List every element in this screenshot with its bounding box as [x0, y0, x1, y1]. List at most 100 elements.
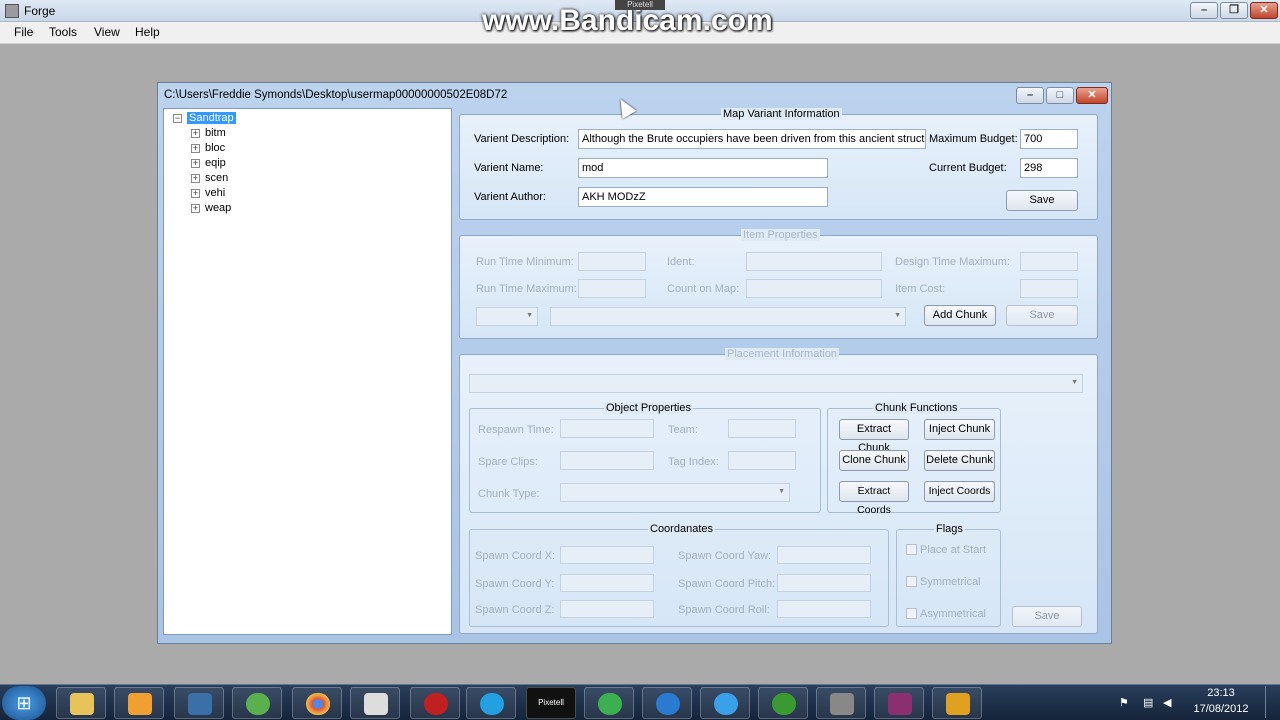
- add-chunk-button[interactable]: Add Chunk: [924, 305, 996, 326]
- taskbar-app-6[interactable]: [350, 687, 400, 719]
- taskbar-xbox[interactable]: [758, 687, 808, 719]
- spawn-roll-label: Spawn Coord Roll:: [678, 604, 770, 616]
- clone-chunk-button[interactable]: Clone Chunk: [839, 450, 909, 471]
- minimize-button[interactable]: –: [1190, 2, 1218, 19]
- placement-select[interactable]: ▼: [469, 374, 1083, 393]
- taskbar-messenger[interactable]: [232, 687, 282, 719]
- spawn-z-label: Spawn Coord Z:: [475, 604, 555, 616]
- inject-chunk-button[interactable]: Inject Chunk: [924, 419, 995, 440]
- spawn-roll-input[interactable]: [777, 600, 871, 618]
- taskbar-sync[interactable]: [584, 687, 634, 719]
- tree-root[interactable]: Sandtrap: [187, 112, 236, 124]
- menu-help[interactable]: Help: [135, 25, 160, 39]
- extract-coords-button[interactable]: Extract Coords: [839, 481, 909, 516]
- close-icon: ✕: [1259, 4, 1269, 16]
- count-on-map-input[interactable]: [746, 279, 882, 298]
- ident-input[interactable]: [746, 252, 882, 271]
- spawn-pitch-label: Spawn Coord Pitch:: [678, 578, 776, 590]
- name-input[interactable]: mod: [578, 158, 828, 178]
- design-time-max-input[interactable]: [1020, 252, 1078, 271]
- inject-coords-button[interactable]: Inject Coords: [924, 481, 995, 502]
- extract-chunk-button[interactable]: Extract Chunk: [839, 419, 909, 454]
- start-button[interactable]: ⊞: [2, 686, 46, 720]
- tree-item[interactable]: eqip: [205, 157, 226, 169]
- expand-icon[interactable]: +: [191, 129, 200, 138]
- spawn-pitch-input[interactable]: [777, 574, 871, 592]
- dropdown-arrow-icon: ▼: [1071, 379, 1078, 386]
- spawn-yaw-input[interactable]: [777, 546, 871, 564]
- tree-item[interactable]: weap: [205, 202, 231, 214]
- tag-tree[interactable]: − Sandtrap + bitm + bloc + eqip + scen +…: [163, 108, 452, 635]
- child-close-button[interactable]: ✕: [1076, 87, 1108, 104]
- taskbar-app-11[interactable]: [642, 687, 692, 719]
- map-variant-panel: Map Variant Information Varient Descript…: [459, 108, 1098, 220]
- tree-item[interactable]: scen: [205, 172, 228, 184]
- chunk-type-select[interactable]: ▼: [560, 483, 790, 502]
- spare-clips-input[interactable]: [560, 451, 654, 470]
- expand-icon[interactable]: +: [191, 204, 200, 213]
- internet-explorer-icon: [714, 693, 738, 715]
- volume-icon[interactable]: ◀: [1163, 696, 1171, 709]
- expand-icon[interactable]: +: [191, 189, 200, 198]
- delete-chunk-button[interactable]: Delete Chunk: [924, 450, 995, 471]
- menu-tools[interactable]: Tools: [49, 25, 77, 39]
- ident-label: Ident:: [667, 256, 695, 268]
- expand-icon[interactable]: +: [191, 159, 200, 168]
- show-desktop-button[interactable]: [1265, 686, 1277, 718]
- taskbar-media-player[interactable]: [114, 687, 164, 719]
- collapse-icon[interactable]: −: [173, 114, 182, 123]
- clock-time[interactable]: 23:13: [1185, 687, 1257, 699]
- taskbar-app-3[interactable]: [174, 687, 224, 719]
- menu-view[interactable]: View: [94, 25, 120, 39]
- item-select[interactable]: ▼: [550, 307, 906, 326]
- expand-icon[interactable]: +: [191, 144, 200, 153]
- respawn-time-input[interactable]: [560, 419, 654, 438]
- taskbar-bandicam[interactable]: [410, 687, 460, 719]
- taskbar-pixetell[interactable]: Pixetell: [526, 687, 576, 719]
- tree-item[interactable]: bitm: [205, 127, 226, 139]
- expand-icon[interactable]: +: [191, 174, 200, 183]
- maximize-icon: □: [1056, 89, 1064, 101]
- menu-file[interactable]: File: [14, 25, 33, 39]
- child-minimize-button[interactable]: –: [1016, 87, 1044, 104]
- author-input[interactable]: AKH MODzZ: [578, 187, 828, 207]
- taskbar-skype[interactable]: [466, 687, 516, 719]
- item-properties-panel: Item Properties Run Time Minimum: Ident:…: [459, 229, 1098, 339]
- tree-item[interactable]: vehi: [205, 187, 225, 199]
- team-input[interactable]: [728, 419, 796, 438]
- run-time-min-input[interactable]: [578, 252, 646, 271]
- respawn-time-label: Respawn Time:: [478, 424, 554, 436]
- description-input[interactable]: Although the Brute occupiers have been d…: [578, 129, 926, 149]
- max-budget-input[interactable]: 700: [1020, 129, 1078, 149]
- description-label: Varient Description:: [474, 133, 570, 145]
- taskbar-app-14[interactable]: [816, 687, 866, 719]
- child-maximize-button[interactable]: □: [1046, 87, 1074, 104]
- taskbar-chrome[interactable]: [292, 687, 342, 719]
- spawn-x-input[interactable]: [560, 546, 654, 564]
- taskbar-explorer[interactable]: [56, 687, 106, 719]
- place-at-start-checkbox[interactable]: [906, 544, 917, 555]
- maximize-button[interactable]: ❐: [1220, 2, 1248, 19]
- run-time-max-input[interactable]: [578, 279, 646, 298]
- flag-icon[interactable]: ⚑: [1119, 696, 1129, 709]
- tree-item[interactable]: bloc: [205, 142, 225, 154]
- object-properties-group: Object Properties Respawn Time: Team: Sp…: [469, 402, 821, 513]
- app-icon: [5, 4, 19, 18]
- chunk-select[interactable]: ▼: [476, 307, 538, 326]
- current-budget-input[interactable]: 298: [1020, 158, 1078, 178]
- taskbar-forge[interactable]: [932, 687, 982, 719]
- spawn-z-input[interactable]: [560, 600, 654, 618]
- item-properties-save-button[interactable]: Save: [1006, 305, 1078, 326]
- map-variant-save-button[interactable]: Save: [1006, 190, 1078, 211]
- spawn-y-input[interactable]: [560, 574, 654, 592]
- item-cost-input[interactable]: [1020, 279, 1078, 298]
- network-icon[interactable]: ▤: [1143, 696, 1153, 709]
- asymmetrical-checkbox[interactable]: [906, 608, 917, 619]
- taskbar-ie[interactable]: [700, 687, 750, 719]
- placement-save-button[interactable]: Save: [1012, 606, 1082, 627]
- tag-index-input[interactable]: [728, 451, 796, 470]
- close-button[interactable]: ✕: [1250, 2, 1278, 19]
- taskbar-winrar[interactable]: [874, 687, 924, 719]
- clock-date[interactable]: 17/08/2012: [1185, 703, 1257, 715]
- symmetrical-checkbox[interactable]: [906, 576, 917, 587]
